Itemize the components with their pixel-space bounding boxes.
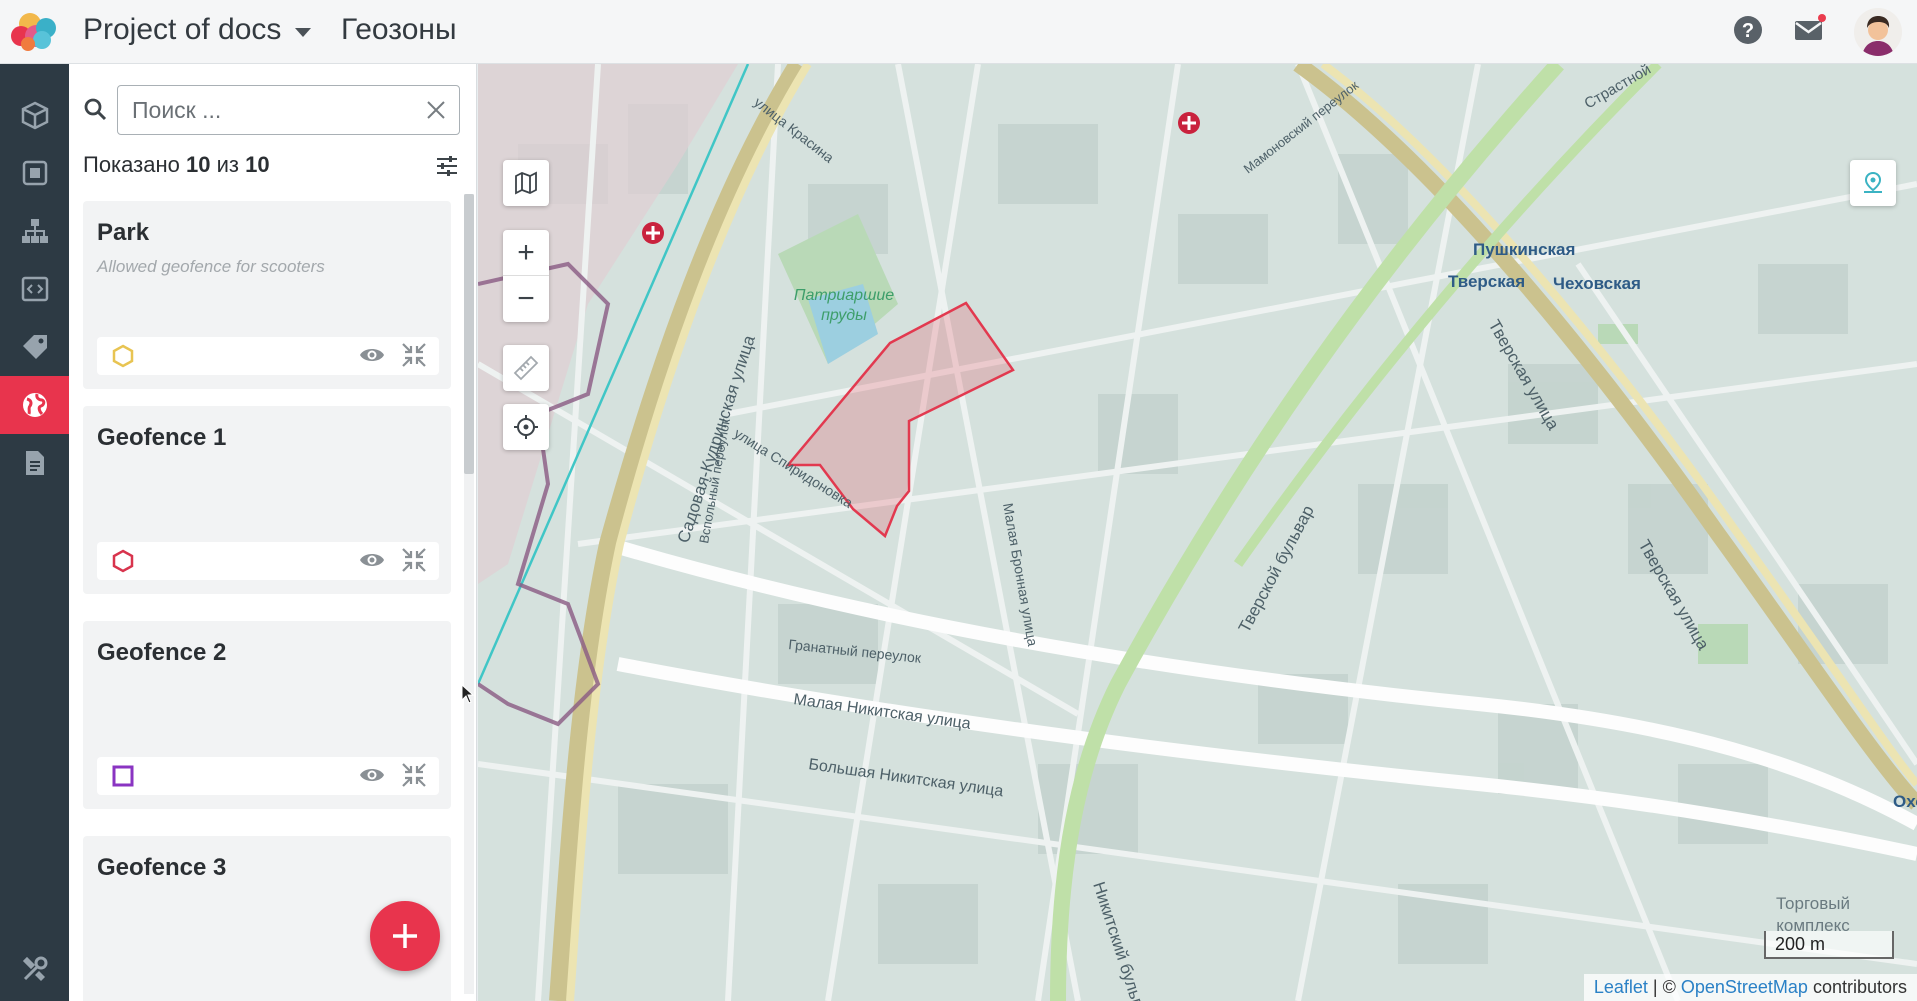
- geofence-title: Geofence 3: [97, 854, 227, 881]
- nav-item-tags[interactable]: [0, 318, 69, 376]
- osm-link[interactable]: OpenStreetMap: [1681, 977, 1808, 997]
- locate-button[interactable]: [503, 404, 549, 450]
- map-label-prudy: пруды: [821, 307, 867, 324]
- mail-icon[interactable]: [1792, 13, 1826, 47]
- tools-icon: [22, 956, 47, 981]
- shown-count: 10: [185, 152, 211, 177]
- geofence-actions: [97, 337, 439, 375]
- shown-prefix: Показано: [83, 152, 180, 177]
- filter-settings-icon[interactable]: [435, 154, 459, 178]
- map-label-pushkinskaya: Пушкинская: [1473, 240, 1575, 259]
- geofence-actions: [97, 542, 439, 580]
- geofence-card[interactable]: Geofence 2: [83, 621, 451, 809]
- code-window-icon: [21, 276, 48, 302]
- layers-button[interactable]: [503, 160, 549, 206]
- nav-item-structure[interactable]: [0, 202, 69, 260]
- leaflet-link[interactable]: Leaflet: [1594, 977, 1648, 997]
- hospital-marker: [642, 222, 664, 244]
- map-icon: [515, 171, 537, 195]
- chevron-down-icon: [295, 27, 312, 37]
- help-icon[interactable]: ?: [1731, 13, 1765, 47]
- fit-bounds-icon[interactable]: [401, 342, 427, 368]
- attribution-separator: | ©: [1652, 977, 1676, 997]
- document-icon: [25, 451, 44, 475]
- add-geofence-button[interactable]: [370, 901, 440, 971]
- search-icon: [84, 98, 107, 121]
- geofence-list-panel: Показано 10 из 10 Park Allowed geofence …: [69, 64, 477, 1001]
- nav-item-apps[interactable]: [0, 260, 69, 318]
- map-label-okhotny-ryad: Охотн: [1893, 792, 1917, 811]
- nav-item-devices[interactable]: [0, 144, 69, 202]
- geofence-tool-button[interactable]: [1850, 160, 1896, 206]
- fit-bounds-icon[interactable]: [401, 762, 427, 788]
- hierarchy-icon: [21, 219, 48, 243]
- nav-item-geofences[interactable]: [0, 376, 69, 434]
- map-label-patriarshie: Патриаршие: [794, 287, 894, 304]
- search-input[interactable]: [132, 96, 412, 124]
- project-name: Project of docs: [83, 13, 282, 46]
- map-attribution: Leaflet | © OpenStreetMap contributors: [1583, 974, 1917, 1001]
- hospital-marker: [1178, 112, 1200, 134]
- geofence-title: Park: [97, 219, 150, 246]
- hexagon-icon: [112, 344, 134, 368]
- user-avatar[interactable]: [1854, 8, 1902, 56]
- square-shape-icon: [112, 765, 134, 787]
- crosshair-icon: [514, 415, 538, 439]
- geofence-card[interactable]: Geofence 1: [83, 406, 451, 594]
- map-label-chekhovskaya: Чеховская: [1553, 274, 1641, 293]
- geofence-actions: [97, 757, 439, 795]
- project-selector[interactable]: Project of docs: [83, 13, 312, 47]
- shown-mid: из: [216, 152, 239, 177]
- notification-dot: [1818, 14, 1826, 22]
- globe-icon: [22, 393, 47, 417]
- geofence-card[interactable]: Park Allowed geofence for scooters: [83, 201, 451, 389]
- search-field[interactable]: [117, 85, 460, 135]
- ruler-icon: [513, 355, 539, 381]
- mouse-cursor-icon: [461, 684, 475, 704]
- tag-icon: [22, 335, 47, 359]
- eye-icon[interactable]: [359, 765, 385, 785]
- nav-item-objects[interactable]: [0, 86, 69, 144]
- plus-icon: [393, 924, 417, 948]
- side-navigation: [0, 64, 69, 1001]
- close-icon[interactable]: [425, 99, 447, 121]
- square-icon: [22, 160, 47, 186]
- geofence-title: Geofence 1: [97, 424, 227, 451]
- nav-item-settings[interactable]: [0, 940, 69, 998]
- eye-icon[interactable]: [359, 345, 385, 365]
- app-logo[interactable]: [6, 6, 62, 58]
- measure-button[interactable]: [503, 345, 549, 391]
- hexagon-icon: [112, 549, 134, 573]
- zoom-control: + −: [503, 230, 549, 322]
- shown-total: 10: [245, 152, 270, 177]
- scrollbar-thumb[interactable]: [464, 194, 474, 474]
- cube-icon: [21, 101, 48, 130]
- map-tiles[interactable]: Патриаршие пруды Пушкинская Тверская Чех…: [478, 64, 1917, 1001]
- zoom-in-button[interactable]: +: [503, 230, 549, 276]
- map-view[interactable]: Патриаршие пруды Пушкинская Тверская Чех…: [478, 64, 1917, 1001]
- eye-icon[interactable]: [359, 550, 385, 570]
- top-bar: Project of docs Геозоны ?: [0, 0, 1917, 64]
- nav-item-reports[interactable]: [0, 434, 69, 492]
- svg-text:?: ?: [1742, 20, 1754, 42]
- results-count: Показано 10 из 10: [83, 152, 270, 178]
- geofence-title: Geofence 2: [97, 639, 227, 666]
- fit-bounds-icon[interactable]: [401, 547, 427, 573]
- page-title: Геозоны: [341, 13, 457, 46]
- zoom-out-button[interactable]: −: [503, 276, 549, 322]
- map-scale: 200 m: [1764, 931, 1894, 959]
- map-label-tverskaya-metro: Тверская: [1448, 272, 1525, 291]
- location-pin-icon: [1864, 171, 1882, 193]
- attribution-suffix: contributors: [1812, 977, 1907, 997]
- map-label-trade-center: Торговый: [1776, 894, 1850, 913]
- geofence-description: Allowed geofence for scooters: [97, 257, 325, 276]
